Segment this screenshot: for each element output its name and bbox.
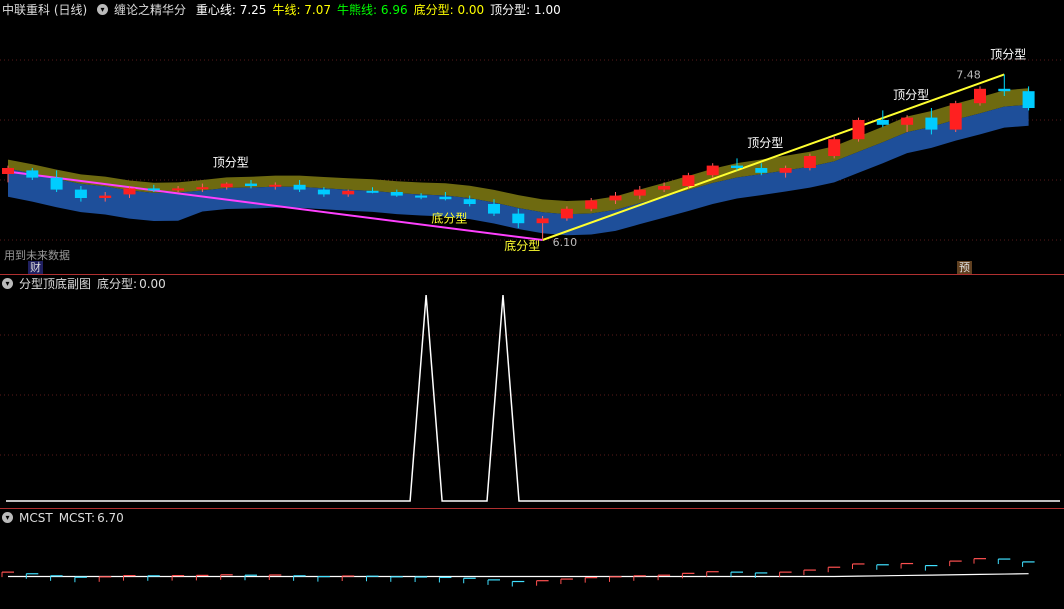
candle-body xyxy=(852,120,865,140)
candle-body xyxy=(876,120,889,125)
candle-body xyxy=(560,208,573,219)
candle-body xyxy=(682,175,695,186)
financial-badge[interactable]: 财 xyxy=(28,261,43,274)
candle-body xyxy=(1022,91,1035,108)
candle-body xyxy=(196,187,209,190)
fractal-label-bottom: 底分型 xyxy=(504,238,540,253)
price-high-label: 7.48 xyxy=(956,68,981,81)
up-trend-line xyxy=(542,73,1005,241)
candle-body xyxy=(463,199,476,204)
candle-body xyxy=(585,200,598,209)
candle-body xyxy=(220,183,233,188)
fractal-label-bottom: 底分型 xyxy=(431,210,467,225)
candlestick-chart[interactable]: 7.486.10顶分型底分型底分型顶分型顶分型顶分型 xyxy=(0,0,1064,273)
mcst-line xyxy=(8,573,1029,578)
candle-body xyxy=(803,156,816,168)
candle-body xyxy=(658,186,671,190)
candle-body xyxy=(26,170,39,178)
candle-body xyxy=(390,192,403,196)
candle-body xyxy=(366,190,379,193)
candle-body xyxy=(99,195,112,198)
candle-body xyxy=(974,88,986,104)
candle-body xyxy=(123,188,136,195)
candle-body xyxy=(50,177,63,190)
candle-body xyxy=(439,196,452,200)
mcst-line-chart[interactable] xyxy=(0,509,1064,609)
candle-body xyxy=(269,184,282,187)
candle-body xyxy=(317,189,330,195)
candle-body xyxy=(779,168,792,173)
candle-body xyxy=(536,218,549,224)
candle-body xyxy=(731,165,743,168)
mcst-sub-pane[interactable]: ▾ MCST MCST: 6.70 xyxy=(0,509,1064,609)
candle-body xyxy=(901,117,914,125)
candle-body xyxy=(512,213,525,224)
candle-body xyxy=(172,188,185,191)
candle-body xyxy=(342,190,355,195)
candle-body xyxy=(633,189,646,196)
candle-body xyxy=(755,168,768,173)
candle-body xyxy=(488,204,500,214)
fractal-label-top: 顶分型 xyxy=(893,88,929,102)
fractal-label-top: 顶分型 xyxy=(990,47,1026,61)
candle-body xyxy=(949,103,962,130)
candle-body xyxy=(147,188,160,191)
fractal-label-top: 顶分型 xyxy=(213,155,249,169)
fractal-label-top: 顶分型 xyxy=(747,136,783,150)
fractal-sub-pane[interactable]: ▾ 分型顶底副图 底分型: 0.00 xyxy=(0,275,1064,508)
candle-body xyxy=(293,184,306,190)
fractal-line xyxy=(6,294,1060,502)
candle-body xyxy=(609,195,622,201)
candle-body xyxy=(245,183,257,186)
candle-body xyxy=(998,88,1011,92)
candle-body xyxy=(415,195,428,198)
candle-body xyxy=(925,117,938,130)
candle-body xyxy=(828,139,841,156)
fractal-line-chart[interactable] xyxy=(0,275,1064,508)
main-chart-pane[interactable]: 中联重科 (日线) ▾ 缠论之精华分 重心线: 7.25 牛线: 7.07 牛熊线: … xyxy=(0,0,1064,274)
price-low-label: 6.10 xyxy=(553,236,578,249)
forecast-badge[interactable]: 预 xyxy=(957,261,972,274)
candle-body xyxy=(706,165,719,176)
candle-body xyxy=(74,189,87,198)
candle-body xyxy=(2,168,14,174)
